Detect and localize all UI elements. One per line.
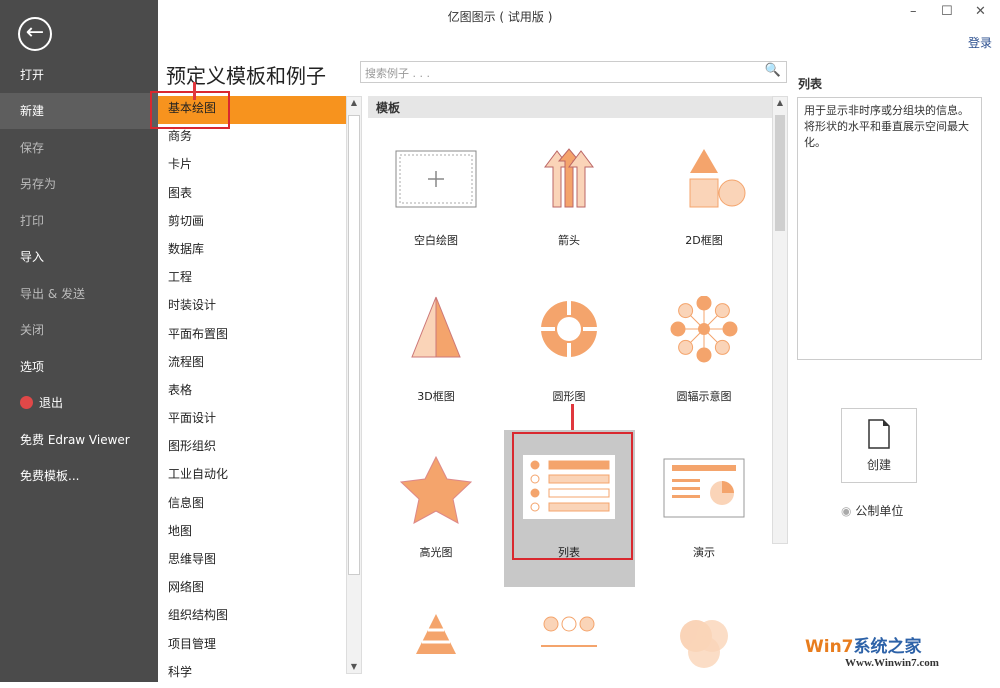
annotation-arrow — [193, 82, 196, 100]
unit-label: 公制单位 — [855, 504, 903, 518]
scroll-up-icon[interactable]: ▲ — [773, 98, 787, 107]
category-item[interactable]: 平面布置图 — [158, 322, 346, 350]
nav-save-as[interactable]: 另存为 — [0, 166, 158, 202]
template-label: 圆辐示意图 — [639, 388, 769, 404]
sidebar: ← 打开 新建 保存 另存为 打印 导入 导出 & 发送 关闭 选项 退出 免费… — [0, 0, 158, 682]
template-item-partial[interactable] — [504, 614, 634, 677]
category-item[interactable]: 图形组织 — [158, 434, 346, 462]
template-label: 箭头 — [504, 232, 634, 248]
template-label: 圆形图 — [504, 388, 634, 404]
template-label: 3D框图 — [371, 388, 501, 404]
template-label: 2D框图 — [639, 232, 769, 248]
category-item[interactable]: 表格 — [158, 378, 346, 406]
category-item[interactable]: 网络图 — [158, 575, 346, 603]
create-button[interactable]: 创建 — [841, 408, 917, 483]
nav-new[interactable]: 新建 — [0, 93, 158, 129]
nav-print[interactable]: 打印 — [0, 203, 158, 239]
category-item[interactable]: 时装设计 — [158, 293, 346, 321]
category-item[interactable]: 科学 — [158, 660, 346, 688]
scroll-up-icon[interactable]: ▲ — [347, 98, 361, 107]
category-scrollbar[interactable] — [346, 96, 362, 674]
close-button[interactable]: ✕ — [975, 4, 986, 19]
category-list: 基本绘图商务卡片图表剪切画数据库工程时装设计平面布置图流程图表格平面设计图形组织… — [158, 96, 346, 688]
template-item[interactable]: 3D框图 — [371, 296, 501, 369]
category-item[interactable]: 数据库 — [158, 237, 346, 265]
nav-free-templates[interactable]: 免费模板... — [0, 458, 158, 494]
section-header: 模板 — [368, 96, 772, 118]
search-input[interactable]: 搜索例子 . . . 🔍 — [360, 61, 787, 83]
annotation-box — [150, 91, 230, 129]
maximize-button[interactable]: ☐ — [941, 4, 953, 19]
nav-options[interactable]: 选项 — [0, 349, 158, 385]
nav-edraw-viewer[interactable]: 免费 Edraw Viewer — [0, 422, 158, 458]
annotation-box — [512, 432, 633, 560]
template-item[interactable]: 空白绘图 — [371, 146, 501, 219]
template-thumbnail-icon — [388, 146, 484, 216]
category-item[interactable]: 项目管理 — [158, 632, 346, 660]
template-item-partial[interactable] — [639, 614, 769, 677]
template-item[interactable]: 2D框图 — [639, 146, 769, 219]
search-icon[interactable]: 🔍 — [765, 63, 781, 78]
template-scrollbar[interactable] — [772, 96, 788, 544]
create-label: 创建 — [842, 456, 916, 473]
nav-import[interactable]: 导入 — [0, 239, 158, 275]
nav-open[interactable]: 打开 — [0, 57, 158, 93]
template-item[interactable]: 演示 — [639, 454, 769, 527]
watermark: Win7系统之家Www.Winwin7.com — [805, 632, 939, 669]
category-item[interactable]: 信息图 — [158, 491, 346, 519]
window-title: 亿图图示 ( 试用版 ) — [0, 8, 1000, 25]
template-thumbnail-icon — [656, 296, 752, 366]
search-placeholder: 搜索例子 . . . — [365, 67, 430, 80]
category-item[interactable]: 流程图 — [158, 350, 346, 378]
category-item[interactable]: 工程 — [158, 265, 346, 293]
template-item[interactable]: 圆辐示意图 — [639, 296, 769, 369]
template-thumbnail-icon — [656, 146, 752, 216]
nav-exit[interactable]: 退出 — [0, 385, 158, 421]
template-label: 空白绘图 — [371, 232, 501, 248]
template-thumbnail-icon — [388, 614, 484, 674]
scroll-down-icon[interactable]: ▼ — [347, 662, 361, 671]
nav-close[interactable]: 关闭 — [0, 312, 158, 348]
category-item[interactable]: 组织结构图 — [158, 603, 346, 631]
template-thumbnail-icon — [656, 614, 752, 674]
template-thumbnail-icon — [521, 296, 617, 366]
template-thumbnail-icon — [388, 454, 484, 524]
login-link[interactable]: 登录 — [968, 34, 992, 51]
category-item[interactable]: 思维导图 — [158, 547, 346, 575]
template-item[interactable]: 高光图 — [371, 454, 501, 527]
template-thumbnail-icon — [521, 146, 617, 216]
template-description: 用于显示非时序或分组块的信息。将形状的水平和垂直展示空间最大化。 — [797, 97, 982, 360]
template-label: 演示 — [639, 544, 769, 560]
template-item-partial[interactable] — [371, 614, 501, 677]
template-label: 高光图 — [371, 544, 501, 560]
preview-title: 列表 — [798, 75, 822, 92]
nav-export[interactable]: 导出 & 发送 — [0, 276, 158, 312]
category-item[interactable]: 剪切画 — [158, 209, 346, 237]
metric-units-radio[interactable]: ◉ 公制单位 — [841, 502, 903, 519]
category-item[interactable]: 卡片 — [158, 152, 346, 180]
template-thumbnail-icon — [521, 614, 617, 674]
nav-exit-label: 退出 — [39, 396, 63, 410]
template-item[interactable]: 箭头 — [504, 146, 634, 219]
nav-save[interactable]: 保存 — [0, 130, 158, 166]
template-item[interactable]: 圆形图 — [504, 296, 634, 369]
page-title: 预定义模板和例子 — [166, 60, 326, 89]
minimize-button[interactable]: – — [910, 4, 917, 19]
document-icon — [867, 419, 891, 449]
template-thumbnail-icon — [656, 454, 752, 524]
template-thumbnail-icon — [388, 296, 484, 366]
category-item[interactable]: 平面设计 — [158, 406, 346, 434]
category-item[interactable]: 地图 — [158, 519, 346, 547]
category-item[interactable]: 图表 — [158, 181, 346, 209]
annotation-arrow — [571, 404, 574, 430]
category-item[interactable]: 工业自动化 — [158, 462, 346, 490]
exit-icon — [20, 396, 33, 409]
